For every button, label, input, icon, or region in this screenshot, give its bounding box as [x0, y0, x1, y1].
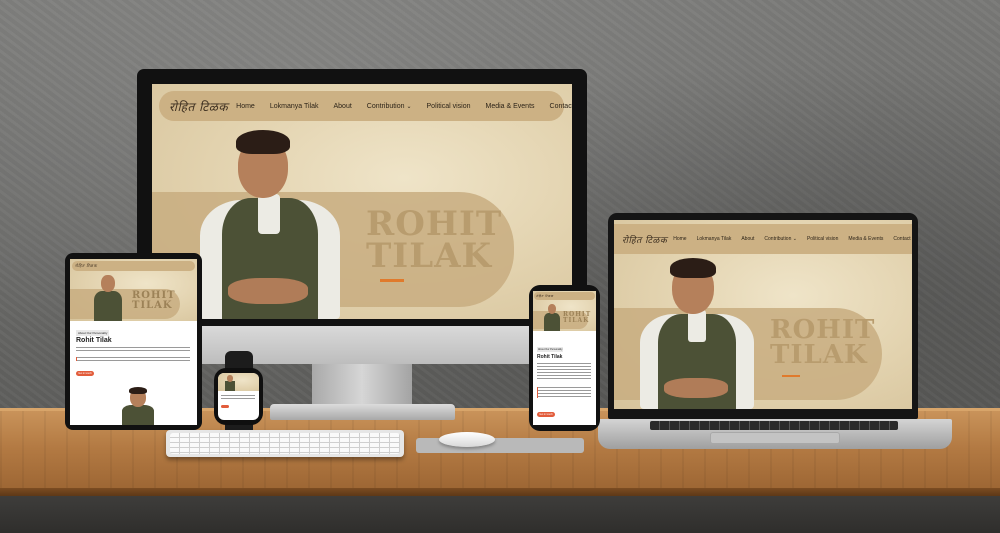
menu-item-contact[interactable]: Contact: [550, 103, 572, 110]
watch-hero: [218, 373, 259, 391]
watch-text-lines: [221, 395, 255, 401]
tablet-about-tag: About Our Personality: [76, 330, 110, 336]
floor: [0, 496, 1000, 533]
tablet-about-paragraph: [76, 347, 190, 352]
phone-about-title: Rohit Tilak: [537, 354, 563, 360]
phone-logo[interactable]: रोहित टिळक: [536, 294, 553, 298]
laptop-menu-media-events[interactable]: Media & Events: [848, 236, 883, 242]
tablet-portrait: [92, 273, 124, 321]
watch-portrait: [224, 375, 236, 391]
menu-item-home[interactable]: Home: [236, 103, 255, 110]
phone-portrait: [543, 303, 561, 331]
phone-cta-button[interactable]: Get in touch: [537, 412, 555, 417]
hero-accent-bar: [380, 279, 404, 282]
laptop-hero-first: ROHIT: [770, 315, 876, 345]
hero-name-last: TILAK: [366, 236, 493, 277]
laptop-trackpad: [710, 432, 840, 444]
laptop-site-logo[interactable]: रोहित टिळक: [622, 233, 667, 246]
menu-item-political-vision[interactable]: Political vision: [427, 103, 471, 110]
hero-portrait: [200, 128, 340, 319]
monitor-chin: [137, 326, 587, 364]
tablet-website-screen: रोहित टिळक ROHIT TILAK About Our Persona…: [70, 259, 197, 425]
main-menu: Home Lokmanya Tilak About Contribution ⌄…: [236, 103, 572, 110]
tablet-hero: रोहित टिळक ROHIT TILAK: [70, 259, 197, 321]
monitor-stand-base: [270, 404, 455, 420]
main-navigation-bar: रोहित टिळक Home Lokmanya Tilak About Con…: [159, 91, 572, 121]
phone-website-screen: रोहित टिळक ROHIT TILAK About Our Persona…: [533, 291, 596, 425]
laptop-hero-last: TILAK: [770, 339, 868, 370]
tablet-hero-name: ROHIT TILAK: [132, 291, 176, 310]
menu-item-about[interactable]: About: [333, 103, 351, 110]
phone-hero-name: ROHIT TILAK: [563, 312, 591, 323]
menu-item-media-events[interactable]: Media & Events: [485, 103, 534, 110]
laptop-main-menu: Home Lokmanya Tilak About Contribution ⌄…: [673, 236, 910, 242]
tablet-hero-last: TILAK: [132, 299, 173, 311]
desk-edge: [0, 488, 1000, 496]
laptop-menu-contact[interactable]: Contact: [893, 236, 910, 242]
watch-website-screen: [218, 373, 259, 420]
keyboard-keys: [170, 433, 400, 454]
laptop-menu-contribution[interactable]: Contribution ⌄: [764, 236, 797, 242]
tablet-second-portrait: [118, 387, 158, 425]
laptop-hero-name: ROHIT TILAK: [770, 315, 876, 370]
menu-item-lokmanya-tilak[interactable]: Lokmanya Tilak: [270, 103, 319, 110]
phone-hero: रोहित टिळक ROHIT TILAK: [533, 291, 596, 331]
laptop-hero-accent-bar: [782, 375, 800, 377]
tablet-nav: रोहित टिळक: [72, 261, 195, 271]
desktop-website-screen: रोहित टिळक Home Lokmanya Tilak About Con…: [152, 84, 572, 319]
laptop-menu-political-vision[interactable]: Political vision: [807, 236, 838, 242]
menu-item-contribution-label: Contribution: [366, 102, 405, 110]
tablet-about-title: Rohit Tilak: [76, 337, 112, 344]
mouse: [439, 432, 495, 447]
menu-item-contribution[interactable]: Contribution ⌄: [367, 103, 412, 110]
phone-about-quote: [537, 387, 591, 398]
phone-about-paragraph: [537, 363, 591, 381]
site-logo[interactable]: रोहित टिळक: [169, 98, 228, 115]
phone-hero-last: TILAK: [563, 316, 590, 324]
laptop-menu-contribution-label: Contribution: [764, 236, 792, 242]
chevron-down-icon: ⌄: [792, 236, 797, 242]
tablet-logo[interactable]: रोहित टिळक: [75, 263, 97, 269]
laptop-navigation-bar: रोहित टिळक Home Lokmanya Tilak About Con…: [614, 224, 912, 254]
chevron-down-icon: ⌄: [406, 103, 412, 110]
tablet-cta-button[interactable]: Get in touch: [76, 371, 94, 376]
laptop-hero-portrait: [640, 258, 754, 409]
tablet-about-quote: [76, 357, 190, 361]
laptop-website-screen: रोहित टिळक Home Lokmanya Tilak About Con…: [614, 220, 912, 409]
hero-name-heading: ROHIT TILAK: [366, 207, 502, 277]
laptop-menu-home[interactable]: Home: [673, 236, 686, 242]
watch-cta-button[interactable]: [221, 405, 229, 408]
phone-nav: रोहित टिळक: [534, 292, 595, 300]
laptop-menu-about[interactable]: About: [741, 236, 754, 242]
laptop-keyboard: [650, 421, 898, 430]
laptop-menu-lokmanya-tilak[interactable]: Lokmanya Tilak: [697, 236, 732, 242]
phone-about-tag: About Our Personality: [537, 347, 564, 352]
